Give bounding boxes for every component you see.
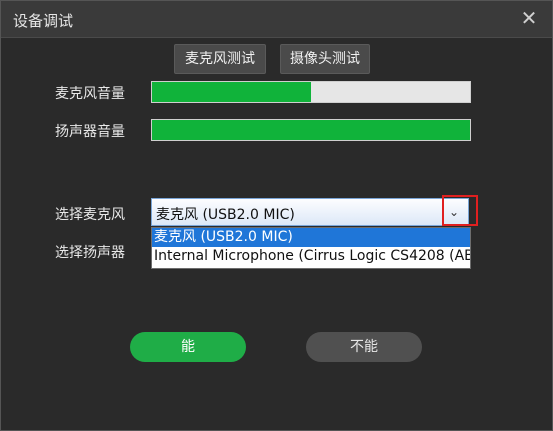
speaker-select-label: 选择扬声器 [55,245,125,261]
speaker-volume-fill [152,120,470,140]
speaker-volume-meter [151,119,471,141]
mic-volume-fill [152,82,311,102]
mic-option-usb[interactable]: 麦克风 (USB2.0 MIC) [152,228,470,247]
mic-select-label: 选择麦克风 [55,207,125,223]
mic-select-dropdown[interactable]: 麦克风 (USB2.0 MIC) ⌄ [151,198,469,226]
device-test-dialog: 设备调试 ✕ 麦克风测试 摄像头测试 麦克风音量 扬声器音量 选择麦克风 麦克风… [0,0,553,431]
mic-select-value: 麦克风 (USB2.0 MIC) [156,207,295,223]
cancel-button[interactable]: 不能 [306,332,422,362]
mic-volume-meter [151,81,471,103]
mic-volume-label: 麦克风音量 [55,86,125,102]
dropdown-arrow-highlight [442,195,478,226]
confirm-button[interactable]: 能 [130,332,246,362]
speaker-volume-label: 扬声器音量 [55,124,125,140]
dialog-title: 设备调试 [13,12,74,30]
mic-option-internal[interactable]: Internal Microphone (Cirrus Logic CS4208… [152,247,470,266]
mic-options-list: 麦克风 (USB2.0 MIC) Internal Microphone (Ci… [151,227,471,269]
close-icon[interactable]: ✕ [518,7,540,29]
tab-microphone-test[interactable]: 麦克风测试 [174,44,266,74]
tab-camera-test[interactable]: 摄像头测试 [280,44,370,74]
title-bar: 设备调试 ✕ [1,1,552,38]
